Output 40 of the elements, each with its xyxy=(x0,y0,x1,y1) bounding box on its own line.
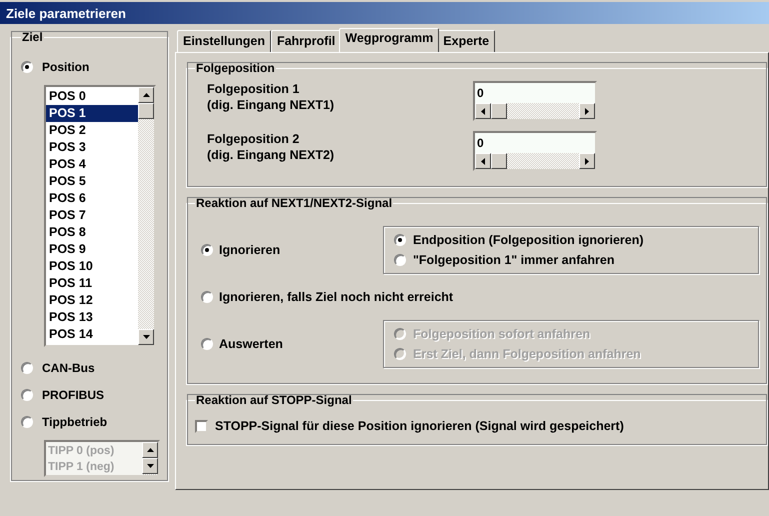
list-item[interactable]: POS 10 xyxy=(46,258,138,275)
input-field[interactable]: 0 xyxy=(475,83,595,103)
list-item[interactable]: POS 6 xyxy=(46,190,138,207)
radio-button[interactable]: CAN-Bus xyxy=(21,356,160,380)
list-item[interactable]: POS 12 xyxy=(46,292,138,309)
radio-button[interactable]: Ignorieren xyxy=(201,243,383,257)
window-title: Ziele parametrieren xyxy=(6,6,126,20)
field-label: (dig. Eingang NEXT1) xyxy=(207,98,336,112)
list-item[interactable]: POS 7 xyxy=(46,207,138,224)
list-item[interactable]: POS 1 xyxy=(46,105,138,122)
list-item[interactable]: POS 9 xyxy=(46,241,138,258)
radio-button[interactable]: Endposition (Folgeposition ignorieren) xyxy=(394,233,748,247)
list-item[interactable]: POS 3 xyxy=(46,139,138,156)
list-box[interactable]: POS 0 POS 1 POS 2 POS 3 POS 4 POS 5 POS 6 POS 7 POS 8 POS 9 POS 10 POS 11 POS 12 POS 13 POS 14 xyxy=(44,85,156,347)
tab[interactable]: Wegprogramm xyxy=(339,28,440,52)
radio-button[interactable]: Tippbetrieb xyxy=(21,410,160,434)
list-item[interactable]: POS 0 xyxy=(46,88,138,105)
list-item[interactable]: POS 14 xyxy=(46,326,138,343)
group-title: Folgeposition xyxy=(195,61,276,75)
list-item[interactable]: POS 11 xyxy=(46,275,138,292)
tab[interactable]: Experte xyxy=(437,30,496,52)
radio-button[interactable]: Position xyxy=(21,55,160,79)
radio-button[interactable]: "Folgeposition 1" immer anfahren xyxy=(394,253,748,267)
input-field[interactable]: 0 xyxy=(475,133,595,153)
field-label: (dig. Eingang NEXT2) xyxy=(207,148,336,162)
tab[interactable]: Einstellungen xyxy=(177,30,271,52)
radio-button[interactable]: Auswerten xyxy=(201,337,383,351)
field-label: Folgeposition 2 xyxy=(207,132,300,146)
field-label: Folgeposition 1 xyxy=(207,82,300,96)
list-item[interactable]: POS 8 xyxy=(46,224,138,241)
group-title: Reaktion auf NEXT1/NEXT2-Signal xyxy=(195,196,394,210)
list-item[interactable]: POS 4 xyxy=(46,156,138,173)
list-item[interactable]: POS 13 xyxy=(46,309,138,326)
list-item[interactable]: POS 2 xyxy=(46,122,138,139)
group-title: Ziel xyxy=(21,30,44,44)
list-item[interactable]: POS 5 xyxy=(46,173,138,190)
checkbox[interactable]: STOPP-Signal für diese Position ignorieren (Signal wird gespeichert) xyxy=(195,419,759,433)
radio-button[interactable]: PROFIBUS xyxy=(21,383,160,407)
radio-button[interactable]: Ignorieren, falls Ziel noch nicht erreicht xyxy=(201,290,454,304)
group-title: Reaktion auf STOPP-Signal xyxy=(195,393,353,407)
